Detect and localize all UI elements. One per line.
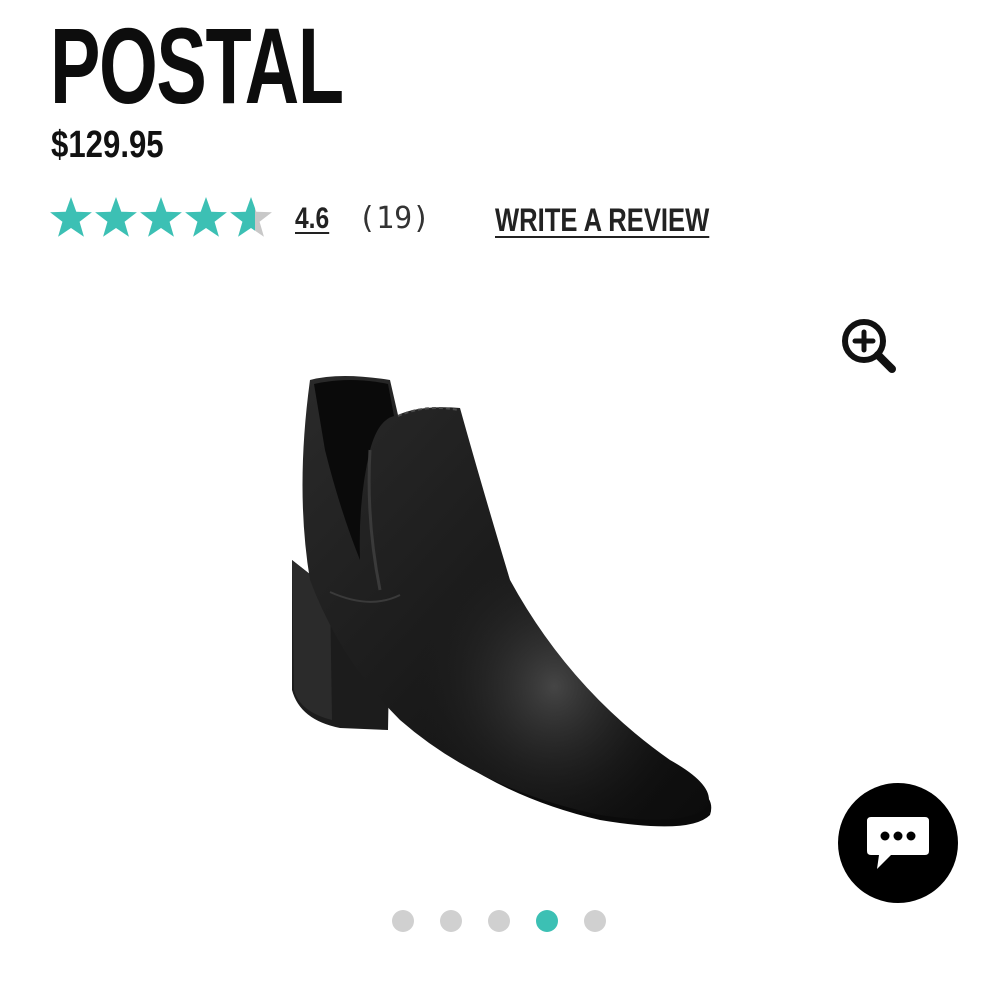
rating-row: 4.6 (19) WRITE A REVIEW [50, 195, 750, 241]
star-icon [95, 197, 137, 237]
product-image-ankle-boot [292, 376, 712, 827]
write-review-link[interactable]: WRITE A REVIEW [495, 204, 709, 236]
star-icon [50, 197, 92, 237]
product-title: POSTAL [50, 5, 344, 126]
star-icon [185, 197, 227, 237]
star-icon [230, 197, 272, 237]
star-rating [50, 197, 272, 237]
product-price: $129.95 [51, 124, 164, 166]
review-count: (19) [358, 201, 431, 236]
carousel-pagination [392, 910, 622, 934]
carousel-dot-active[interactable] [536, 910, 558, 932]
carousel-dot[interactable] [488, 910, 510, 932]
carousel-dot[interactable] [392, 910, 414, 932]
rating-value-link[interactable]: 4.6 [295, 204, 329, 234]
carousel-dot[interactable] [584, 910, 606, 932]
star-icon [140, 197, 182, 237]
chat-bubble-icon [867, 817, 929, 869]
zoom-in-icon[interactable] [836, 314, 900, 378]
carousel-dot[interactable] [440, 910, 462, 932]
chat-button[interactable] [838, 783, 958, 903]
